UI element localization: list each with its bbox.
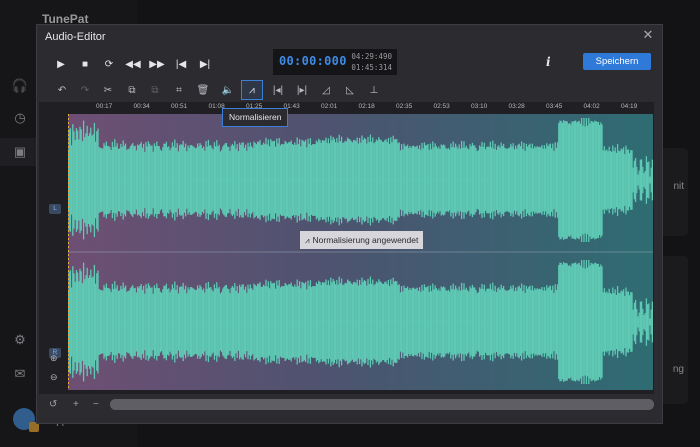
redo-icon[interactable]: ↷ [76,81,94,99]
stop-icon[interactable]: ■ [75,55,95,73]
waveform-channel [68,260,653,384]
app-window: TunePat 🎧 ◷ ▣ ⚙ ✉ ≡ – ☐ ✕ nit ng Support… [0,0,700,447]
normalize-status-icon: ⩘ [305,236,310,245]
dialog-title: Audio-Editor [45,31,106,43]
volume-icon[interactable]: 🔈 [219,81,237,99]
ruler-tick-label: 04:19 [621,103,638,110]
ruler-tick-label: 04:02 [583,103,600,110]
cut-icon[interactable]: ✂ [99,81,117,99]
fast-forward-icon[interactable]: ▶▶ [147,55,167,73]
insert-silence-end-icon[interactable]: |▸| [293,81,311,99]
ruler-tick-label: 03:28 [508,103,525,110]
waveform-editor[interactable]: 00:17 00:34 00:51 01:08 01:25 01:43 02:01 02:18… [39,102,654,394]
play-icon[interactable]: ▶ [51,55,71,73]
info-icon[interactable]: i [546,55,551,69]
tooltip-normalize: Normalisieren [222,108,289,127]
ruler-tick-label: 03:10 [471,103,488,110]
ruler-tick-label: 02:35 [396,103,413,110]
reset-zoom-icon[interactable]: ↺ [49,399,57,410]
zoom-out-icon[interactable]: ⊖ [50,372,58,383]
normalize-icon[interactable]: ⩘ [241,80,263,100]
crop-icon[interactable]: ⌗ [170,81,188,99]
remove-icon[interactable]: − [93,399,99,410]
ruler-tick-label: 02:01 [321,103,338,110]
zoom-in-icon[interactable]: ⊕ [50,353,58,364]
audio-editor-dialog: Audio-Editor ✕ ▶ ■ ⟳ ◀◀ ▶▶ |◀ ▶| 00:00:000 04:… [36,24,663,424]
copy-icon[interactable]: ⧉ [123,81,141,99]
close-icon[interactable]: ✕ [640,27,656,43]
waveform-channel [68,118,653,242]
selection-time: 01:45:314 [351,63,392,72]
ruler-tick-label: 00:51 [171,103,188,110]
delete-icon[interactable]: 🗑 [194,81,212,99]
undo-icon[interactable]: ↶ [53,81,71,99]
ruler-tick-label: 02:53 [433,103,450,110]
loop-icon[interactable]: ⟳ [99,55,119,73]
skip-start-icon[interactable]: |◀ [171,55,191,73]
add-icon[interactable]: + [73,399,79,410]
time-display: 00:00:000 04:29:490 01:45:314 [273,49,397,75]
scrollbar-thumb[interactable] [110,399,654,410]
ruler-tick-label: 03:45 [546,103,563,110]
status-toast: ⩘ Normalisierung angewendet [300,231,424,249]
ruler-tick-label: 02:18 [358,103,375,110]
pitch-icon[interactable]: ⊥ [365,81,383,99]
horizontal-scrollbar[interactable] [110,399,654,410]
time-ruler[interactable]: 00:17 00:34 00:51 01:08 01:25 01:43 02:01 02:18… [68,103,653,113]
status-toast-text: Normalisierung angewendet [312,235,419,245]
transport-controls: ▶ ■ ⟳ ◀◀ ▶▶ |◀ ▶| [51,55,215,73]
save-button[interactable]: Speichern [583,53,651,70]
skip-end-icon[interactable]: ▶| [195,55,215,73]
fade-in-icon[interactable]: ◿ [317,81,335,99]
fade-out-icon[interactable]: ◺ [341,81,359,99]
waveform[interactable] [68,114,653,390]
channel-left-label: L [49,204,61,214]
paste-icon[interactable]: ⧉ [146,81,164,99]
bottom-bar: ↺ + − [39,396,654,414]
insert-silence-start-icon[interactable]: |◂| [269,81,287,99]
ruler-tick-label: 00:17 [96,103,113,110]
ruler-tick-label: 00:34 [133,103,150,110]
total-time: 04:29:490 [351,52,392,61]
current-time: 00:00:000 [279,54,347,68]
rewind-icon[interactable]: ◀◀ [123,55,143,73]
